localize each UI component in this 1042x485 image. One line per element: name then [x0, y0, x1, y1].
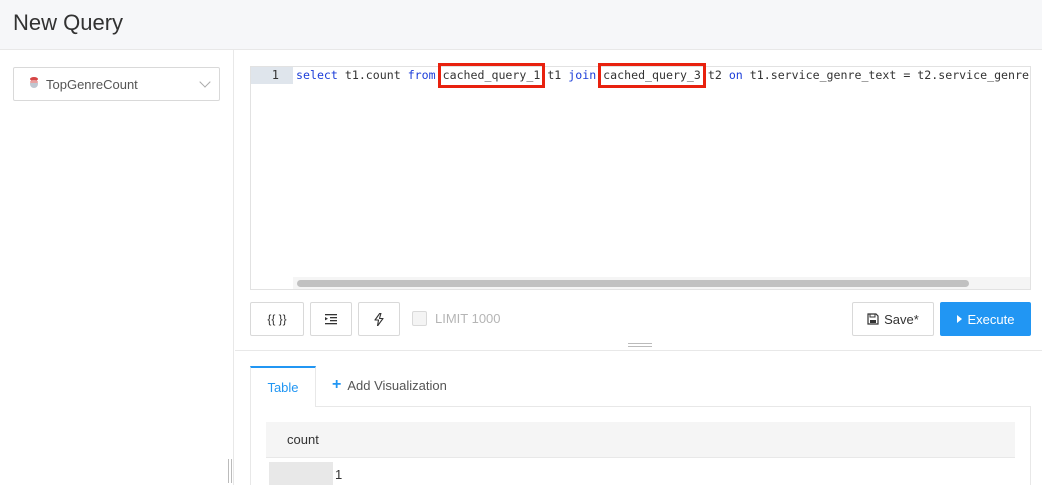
chevron-down-icon — [199, 76, 211, 88]
add-visualization-label: Add Visualization — [347, 377, 447, 393]
limit-rows-checkbox[interactable]: LIMIT 1000 — [412, 311, 501, 326]
lightning-icon — [374, 312, 384, 326]
keyword-on: on — [728, 68, 743, 82]
data-source-select[interactable]: TopGenreCount — [13, 67, 220, 101]
keyword-select: select — [296, 68, 338, 82]
data-source-label: TopGenreCount — [46, 76, 138, 92]
limit-label: LIMIT 1000 — [435, 311, 501, 326]
line-number: 1 — [251, 67, 293, 84]
format-query-button[interactable] — [310, 302, 352, 336]
keyword-from: from — [407, 68, 436, 82]
plus-icon: + — [332, 376, 342, 393]
checkbox[interactable] — [412, 311, 427, 326]
highlight-box-cached-query-1 — [437, 63, 546, 88]
execute-button[interactable]: Execute — [940, 302, 1031, 336]
top-bar: New Query — [0, 0, 1042, 50]
save-icon — [867, 313, 879, 325]
panel-resize-handle[interactable] — [228, 459, 232, 483]
tabs-baseline — [316, 406, 1031, 407]
editor-gutter: 1 — [251, 67, 293, 289]
select-columns: t1.count — [337, 68, 408, 82]
save-button[interactable]: Save* — [852, 302, 934, 336]
add-visualization-button[interactable]: + Add Visualization — [332, 377, 447, 393]
autocomplete-toggle-button[interactable] — [358, 302, 400, 336]
indent-icon — [325, 313, 337, 324]
schema-panel: TopGenreCount — [0, 50, 234, 485]
query-editor[interactable]: 1 select t1.count from cached_query_1 t1… — [250, 63, 1031, 290]
execute-label: Execute — [967, 311, 1015, 327]
save-label: Save* — [884, 311, 919, 327]
editor-results-divider — [235, 350, 1042, 351]
highlight-box-cached-query-3 — [598, 63, 706, 88]
add-parameter-button[interactable]: {{ }} — [250, 302, 304, 336]
resize-grip[interactable] — [628, 343, 652, 347]
page-title[interactable]: New Query — [13, 10, 123, 36]
row-index-cell — [269, 462, 333, 485]
table-cell: 1 — [335, 467, 343, 482]
column-header-count[interactable]: count — [266, 422, 1015, 458]
scrollbar-thumb[interactable] — [297, 280, 969, 287]
play-icon — [956, 315, 962, 323]
join-condition: t1.service_genre_text = t2.service_genre… — [749, 68, 1029, 82]
tab-table[interactable]: Table — [250, 366, 316, 407]
database-icon — [28, 77, 40, 91]
keyword-join: join — [568, 68, 597, 82]
editor-horizontal-scrollbar[interactable] — [293, 277, 1030, 289]
